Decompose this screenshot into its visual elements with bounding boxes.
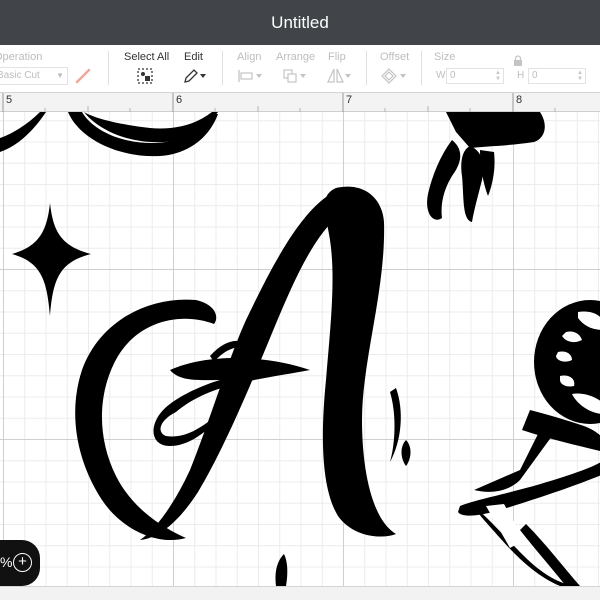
operation-group: Operation Basic Cut ▼: [0, 45, 98, 93]
flourish-shape[interactable]: [0, 112, 218, 157]
select-all-icon[interactable]: [136, 67, 154, 85]
align-group[interactable]: Align: [237, 45, 267, 93]
operation-value: Basic Cut: [0, 70, 40, 81]
width-field[interactable]: 0 ▲ ▼: [446, 68, 504, 84]
ruler-mark: 6: [176, 94, 183, 106]
canvas-artwork: [0, 112, 600, 586]
design-canvas[interactable]: [0, 112, 600, 586]
ruler-mark: 8: [516, 94, 523, 106]
chevron-down-icon: ▼: [56, 71, 64, 80]
offset-icon[interactable]: [380, 67, 408, 85]
zoom-control: % +: [0, 540, 40, 586]
flip-group[interactable]: Flip: [326, 45, 358, 93]
decorative-figure[interactable]: [427, 112, 545, 222]
arrange-group[interactable]: Arrange: [276, 45, 316, 93]
width-value: 0: [450, 70, 456, 81]
document-title: Untitled: [271, 12, 329, 32]
edit-group[interactable]: Edit: [184, 45, 214, 93]
divider: [222, 51, 223, 85]
arrange-icon[interactable]: [282, 67, 308, 85]
zoom-in-icon[interactable]: +: [13, 553, 32, 572]
bottom-bar: [0, 586, 600, 600]
select-all-label: Select All: [124, 51, 170, 63]
lock-icon[interactable]: [513, 55, 523, 70]
height-field[interactable]: 0 ▲ ▼: [528, 68, 586, 84]
spinning-wheel[interactable]: [458, 300, 600, 586]
align-label: Align: [237, 51, 262, 63]
divider: [366, 51, 367, 85]
divider: [421, 51, 422, 85]
horizontal-ruler: 5 6 7 8: [0, 93, 600, 112]
script-letter-a[interactable]: [75, 186, 411, 541]
align-icon[interactable]: [237, 67, 263, 85]
select-all-group[interactable]: Select All: [124, 45, 172, 93]
ornament-shape[interactable]: [275, 554, 288, 586]
width-label: W: [436, 70, 446, 81]
size-label: Size: [434, 51, 456, 63]
zoom-percent: %: [0, 554, 13, 570]
sparkle-star[interactable]: [12, 203, 91, 316]
divider: [108, 51, 109, 85]
size-group: Size W 0 ▲ ▼ H 0 ▲ ▼: [434, 45, 600, 93]
ruler-ticks: [2, 93, 556, 112]
line-color-icon[interactable]: [74, 67, 92, 85]
ruler-mark: 5: [6, 94, 13, 106]
flip-label: Flip: [328, 51, 346, 63]
toolbar: Operation Basic Cut ▼ Select All Edit: [0, 45, 600, 93]
title-bar: Untitled: [0, 0, 600, 45]
height-stepper-icon[interactable]: ▲ ▼: [577, 70, 583, 82]
ruler-mark: 7: [346, 94, 353, 106]
arrange-label: Arrange: [276, 51, 316, 63]
flip-icon[interactable]: [326, 67, 352, 85]
operation-label: Operation: [0, 51, 43, 63]
edit-label: Edit: [184, 51, 203, 63]
width-stepper-icon[interactable]: ▲ ▼: [495, 70, 501, 82]
offset-label: Offset: [380, 51, 410, 63]
height-label: H: [517, 70, 525, 81]
height-value: 0: [532, 70, 538, 81]
pen-icon[interactable]: [182, 67, 206, 85]
offset-group[interactable]: Offset: [380, 45, 414, 93]
operation-select[interactable]: Basic Cut ▼: [0, 67, 68, 85]
